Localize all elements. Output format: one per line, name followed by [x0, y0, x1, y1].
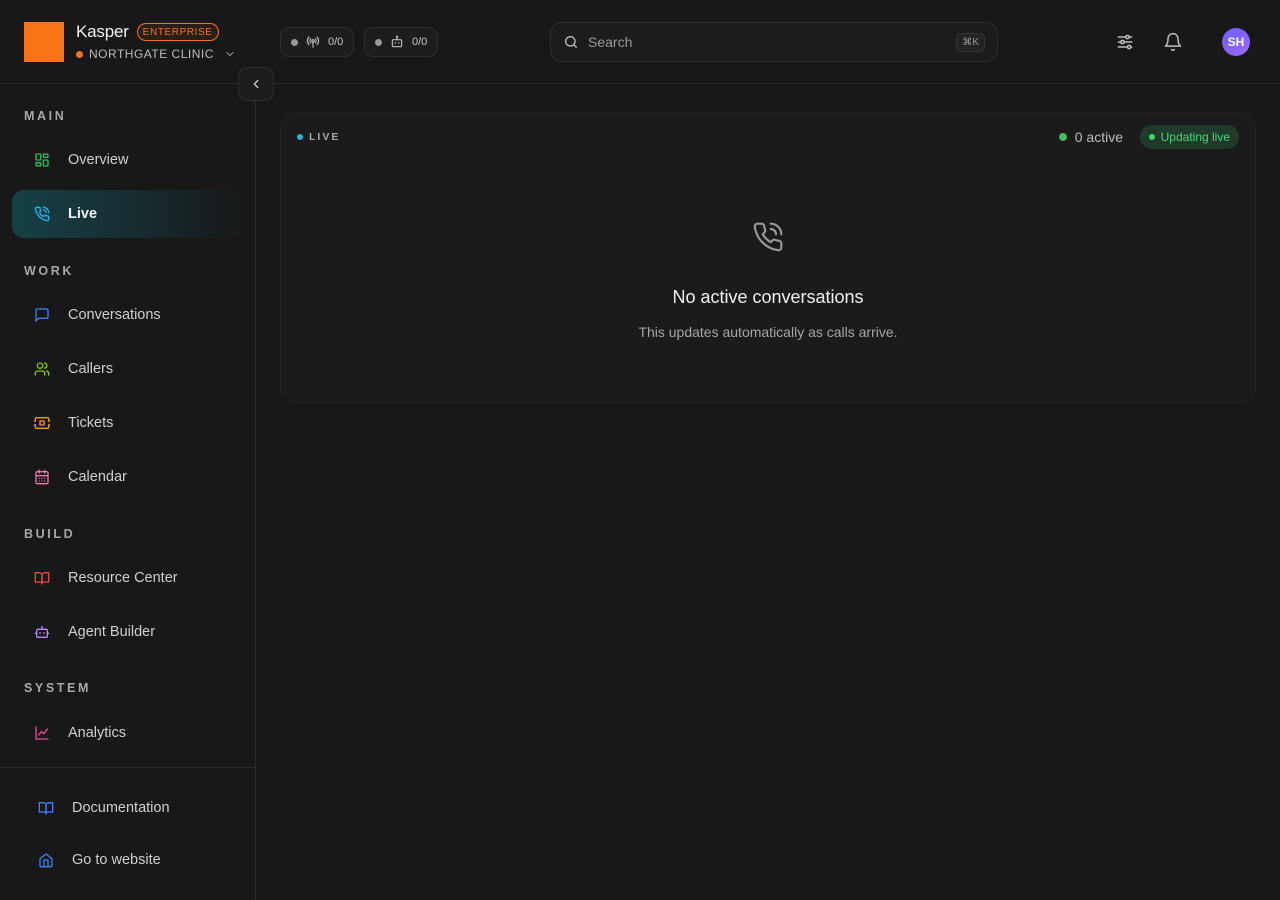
- brand-name: Kasper: [76, 22, 129, 41]
- live-tag: LIVE: [297, 131, 340, 143]
- section-label-build: BUILD: [24, 527, 76, 541]
- active-count-label: 0 active: [1074, 129, 1123, 145]
- notifications-button[interactable]: [1161, 30, 1185, 54]
- grid-icon: [34, 152, 50, 168]
- antenna-icon: [306, 35, 320, 49]
- sidebar-item-label: Overview: [68, 152, 129, 168]
- plan-badge: ENTERPRISE: [136, 23, 219, 41]
- empty-state-subtitle: This updates automatically as calls arri…: [638, 324, 898, 340]
- live-panel: LIVE 0 active Updating live No active co…: [280, 112, 1256, 403]
- active-count: 0 active: [1058, 129, 1123, 145]
- sidebar-divider: [0, 767, 255, 768]
- agent-count: 0/0: [412, 36, 428, 48]
- home-icon: [38, 852, 54, 868]
- sidebar-item-callers[interactable]: Callers: [12, 345, 244, 393]
- top-header: Kasper ENTERPRISE NORTHGATE CLINIC 0/0 0…: [0, 0, 1280, 84]
- search-input[interactable]: [588, 34, 957, 50]
- bell-icon: [1163, 32, 1183, 52]
- brand: Kasper ENTERPRISE: [76, 22, 219, 42]
- search-bar[interactable]: ⌘K: [550, 22, 998, 62]
- book-open-icon: [38, 800, 54, 816]
- section-label-main: MAIN: [24, 109, 67, 123]
- robot-icon: [390, 35, 404, 49]
- sidebar-item-tickets[interactable]: Tickets: [12, 399, 244, 447]
- ticket-icon: [34, 415, 50, 431]
- org-status-dot: [76, 50, 83, 58]
- section-label-system: SYSTEM: [24, 681, 91, 695]
- sidebar: MAIN Overview Live WORK Conversations Ca…: [0, 84, 256, 900]
- sidebar-item-label: Tickets: [68, 415, 114, 431]
- sidebar-item-label: Analytics: [68, 725, 127, 741]
- book-icon: [34, 570, 50, 586]
- sidebar-item-label: Callers: [68, 361, 114, 377]
- sidebar-item-label: Calendar: [68, 469, 127, 485]
- updating-live-badge: Updating live: [1139, 125, 1239, 149]
- sidebar-item-label: Resource Center: [68, 570, 178, 586]
- updating-dot: [1148, 134, 1155, 140]
- agent-status-pill[interactable]: 0/0: [364, 27, 439, 57]
- search-shortcut: ⌘K: [956, 32, 985, 52]
- phone-icon: [34, 206, 50, 222]
- section-label-work: WORK: [24, 264, 74, 278]
- documentation-label: Documentation: [72, 800, 170, 816]
- org-name: NORTHGATE CLINIC: [89, 47, 214, 61]
- sidebar-item-calendar[interactable]: Calendar: [12, 453, 244, 501]
- empty-state-title: No active conversations: [672, 287, 864, 307]
- go-to-website-link[interactable]: Go to website: [16, 838, 246, 882]
- status-dot: [375, 38, 382, 46]
- sidebar-item-conversations[interactable]: Conversations: [12, 291, 244, 339]
- sidebar-item-overview[interactable]: Overview: [12, 136, 244, 184]
- live-dot: [297, 134, 303, 140]
- bot-icon: [34, 624, 50, 640]
- org-switcher[interactable]: NORTHGATE CLINIC: [76, 47, 236, 61]
- status-dot: [291, 38, 298, 46]
- chevron-left-icon: [249, 77, 263, 91]
- sidebar-item-live[interactable]: Live: [12, 190, 244, 238]
- phone-call-icon: [752, 221, 784, 253]
- sliders-icon: [1115, 32, 1135, 52]
- updating-live-label: Updating live: [1160, 130, 1230, 144]
- brand-logo[interactable]: [24, 22, 64, 62]
- documentation-link[interactable]: Documentation: [16, 786, 246, 830]
- sidebar-item-label: Live: [68, 206, 98, 222]
- filters-button[interactable]: [1113, 30, 1137, 54]
- go-to-website-label: Go to website: [72, 852, 161, 868]
- chart-icon: [34, 725, 50, 741]
- sidebar-item-resource-center[interactable]: Resource Center: [12, 554, 244, 602]
- sidebar-item-label: Agent Builder: [68, 624, 156, 640]
- chevron-down-icon: [224, 48, 236, 60]
- sidebar-item-agent-builder[interactable]: Agent Builder: [12, 608, 244, 656]
- sidebar-item-label: Conversations: [68, 307, 161, 323]
- users-icon: [34, 361, 50, 377]
- user-avatar[interactable]: SH: [1222, 28, 1250, 56]
- telephony-status-pill[interactable]: 0/0: [280, 27, 355, 57]
- collapse-sidebar-button[interactable]: [238, 67, 274, 101]
- search-icon: [563, 34, 579, 50]
- live-tag-label: LIVE: [309, 131, 341, 143]
- calendar-icon: [34, 469, 50, 485]
- chat-icon: [34, 307, 50, 323]
- active-status-dot: [1058, 133, 1067, 141]
- sidebar-item-analytics[interactable]: Analytics: [12, 709, 244, 757]
- telephony-count: 0/0: [328, 36, 344, 48]
